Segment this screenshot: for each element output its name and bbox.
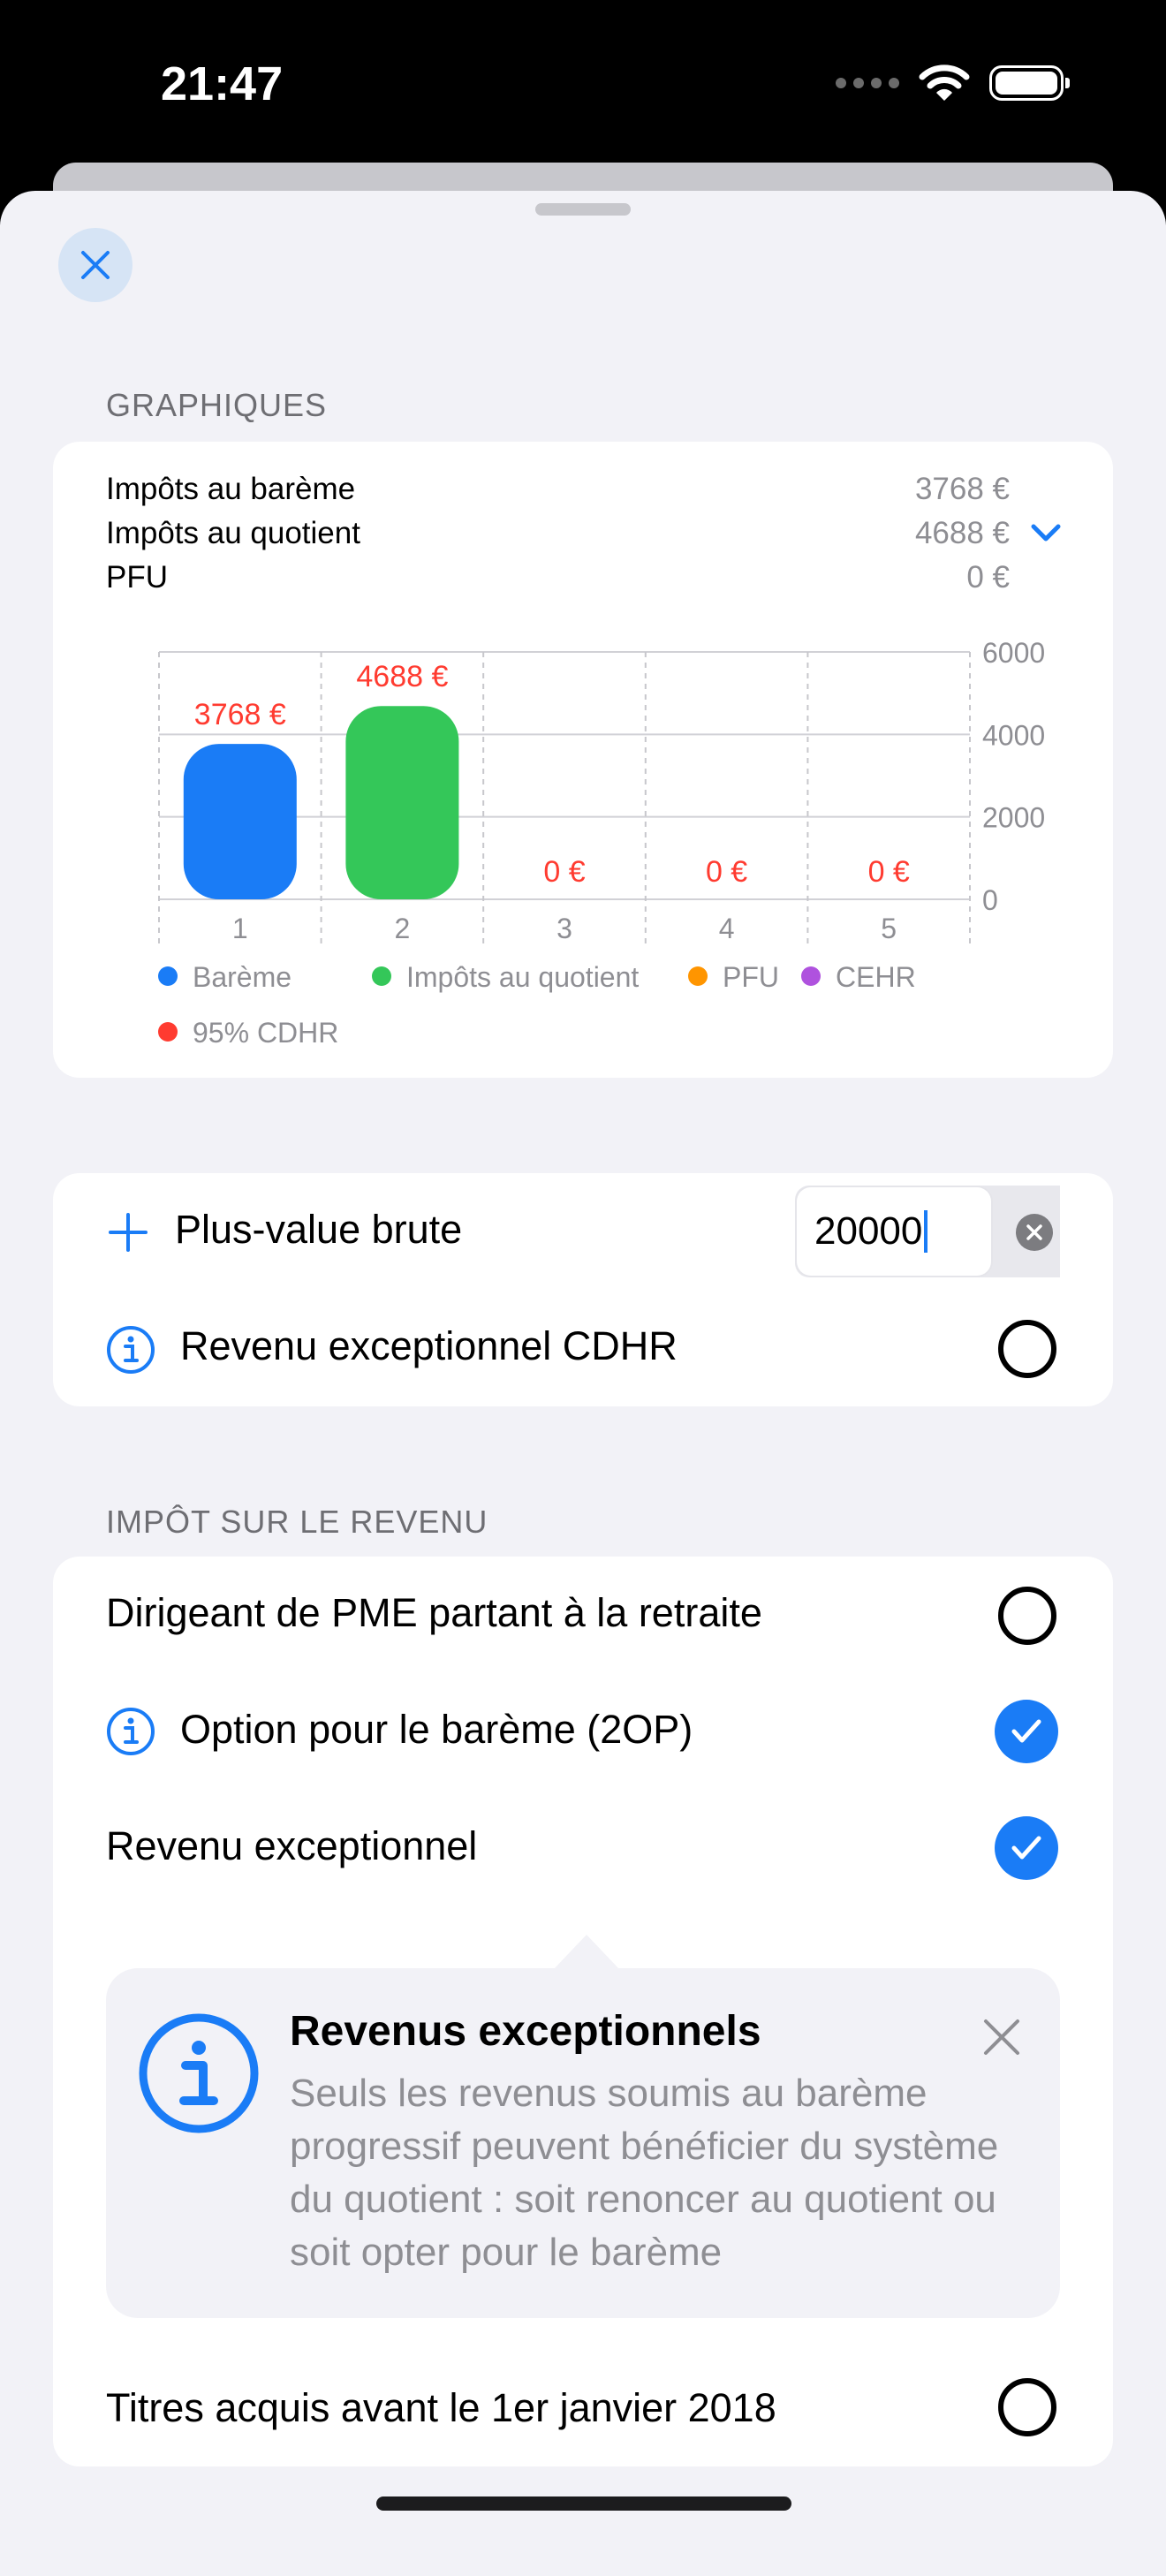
row-label-dirigeant-pme: Dirigeant de PME partant à la retraite [106, 1590, 762, 1635]
legend-swatch [372, 966, 391, 986]
bar [183, 744, 297, 899]
data-label: 0 € [543, 855, 585, 889]
option-bareme-checkbox[interactable] [995, 1700, 1058, 1763]
x-tick-label: 2 [395, 913, 411, 944]
legend-swatch [688, 966, 708, 986]
legend-label: CEHR [836, 961, 916, 993]
tip-body: Seuls les revenus soumis au barème progr… [290, 2072, 999, 2274]
x-tick-label: 5 [881, 913, 897, 944]
plus-value-input[interactable]: 20000 [797, 1187, 991, 1276]
legend-swatch [158, 966, 178, 986]
legend-swatch [158, 1022, 178, 1042]
revenu-cdhr-label: Revenu exceptionnel CDHR [180, 1323, 678, 1368]
data-label: 4688 € [356, 660, 448, 693]
info-large-icon [139, 2013, 259, 2133]
titres-acquis-radio[interactable] [998, 2378, 1056, 2436]
legend-swatch [801, 966, 821, 986]
checkmark-icon [1011, 1719, 1041, 1743]
legend-label: 95% CDHR [193, 1017, 338, 1049]
revenu-cdhr-radio[interactable] [998, 1320, 1056, 1378]
row-label-revenu-exceptionnel: Revenu exceptionnel [106, 1823, 478, 1868]
bar [345, 706, 459, 899]
data-label: 0 € [868, 855, 910, 889]
row-label-option-bareme: Option pour le barème (2OP) [180, 1707, 693, 1752]
tip-close-icon[interactable] [982, 2018, 1021, 2057]
x-tick-label: 4 [719, 913, 735, 944]
revenu-exceptionnel-checkbox[interactable] [995, 1816, 1058, 1880]
x-tick-label: 1 [232, 913, 248, 944]
checkmark-icon [1011, 1836, 1041, 1860]
plus-value-label: Plus-value brute [175, 1207, 463, 1252]
clear-icon [1026, 1224, 1042, 1240]
y-tick-label: 4000 [982, 719, 1045, 751]
text-caret [924, 1210, 928, 1253]
dirigeant-pme-radio[interactable] [998, 1587, 1056, 1645]
y-tick-label: 0 [982, 884, 998, 916]
tip-title: Revenus exceptionnels [290, 2008, 761, 2055]
info-icon[interactable] [106, 1707, 155, 1756]
plus-value-input-text: 20000 [814, 1209, 923, 1253]
data-label: 0 € [706, 855, 747, 889]
legend-label: Impôts au quotient [406, 961, 639, 993]
info-icon[interactable] [106, 1325, 155, 1375]
data-label: 3768 € [194, 698, 286, 731]
plus-icon[interactable] [108, 1212, 148, 1253]
legend-label: Barème [193, 961, 292, 993]
y-tick-label: 6000 [982, 637, 1045, 669]
section-header-impot: IMPÔT SUR LE REVENU [106, 1504, 488, 1540]
home-indicator [376, 2496, 791, 2511]
y-tick-label: 2000 [982, 802, 1045, 834]
tip-arrow [553, 1935, 620, 1970]
clear-input-button[interactable] [1016, 1214, 1053, 1251]
x-tick-label: 3 [556, 913, 572, 944]
legend-label: PFU [723, 961, 779, 993]
row-label-titres-acquis: Titres acquis avant le 1er janvier 2018 [106, 2385, 776, 2430]
bar-chart: 0 2000 4000 6000 3768 € 1 4688 € 2 0 € 3 0 € 4 0 € 5 B… [158, 637, 1045, 1049]
